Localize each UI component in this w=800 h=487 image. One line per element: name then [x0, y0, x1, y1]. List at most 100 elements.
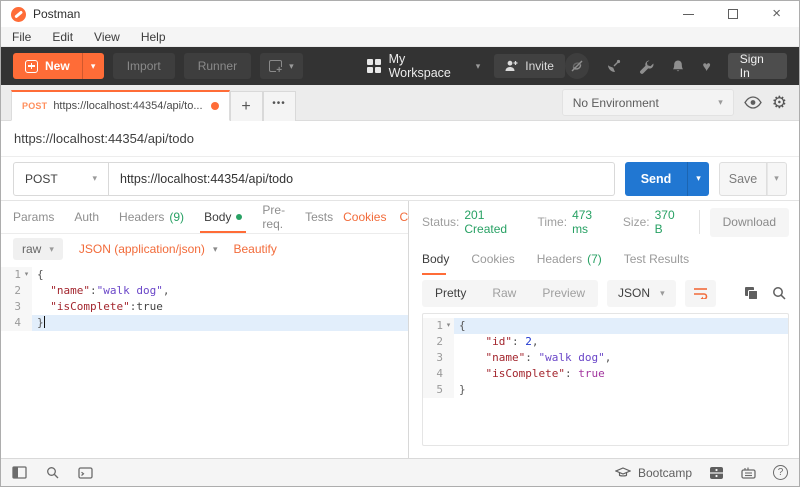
- save-button[interactable]: Save: [719, 161, 767, 196]
- request-name: https://localhost:44354/api/todo: [14, 131, 194, 146]
- bottom-status-bar: Bootcamp ?: [1, 458, 799, 486]
- request-tab-pre-req[interactable]: Pre-req.: [252, 201, 295, 233]
- response-view-switcher: Pretty Raw Preview: [422, 279, 599, 307]
- help-icon[interactable]: ?: [773, 465, 788, 480]
- new-button-label: New: [45, 59, 70, 73]
- new-dropdown-caret[interactable]: ▾: [81, 53, 104, 79]
- request-tab-headers[interactable]: Headers (9): [109, 201, 194, 233]
- code-line: 4 "isComplete": true: [423, 366, 788, 382]
- open-new-window-button[interactable]: ▾: [260, 53, 303, 79]
- tab-options-button[interactable]: •••: [262, 91, 296, 121]
- copy-response-icon[interactable]: [744, 286, 758, 300]
- line-number: 3: [436, 351, 443, 364]
- line-number: 2: [436, 335, 443, 348]
- bootcamp-button[interactable]: Bootcamp: [614, 466, 692, 480]
- request-name-row: https://localhost:44354/api/todo: [1, 121, 799, 157]
- response-tab-headers[interactable]: Headers (7): [526, 243, 613, 275]
- request-tab-tests[interactable]: Tests: [295, 201, 343, 233]
- sign-in-button[interactable]: Sign In: [727, 52, 787, 80]
- heart-icon[interactable]: ♥: [702, 58, 710, 74]
- menu-edit[interactable]: Edit: [52, 30, 73, 44]
- workspace-name: My Workspace: [388, 52, 451, 80]
- new-button[interactable]: New ▾: [13, 53, 104, 79]
- console-icon[interactable]: [78, 466, 93, 479]
- view-pretty[interactable]: Pretty: [422, 286, 479, 300]
- new-tab-button[interactable]: +: [229, 91, 263, 121]
- status-value: 201 Created: [464, 208, 508, 236]
- time-label: Time:: [537, 215, 568, 229]
- url-input[interactable]: https://localhost:44354/api/todo: [109, 161, 615, 196]
- response-tab-test-results[interactable]: Test Results: [613, 243, 700, 275]
- request-tab-auth[interactable]: Auth: [64, 201, 109, 233]
- chevron-down-icon: ▾: [289, 60, 294, 71]
- environment-selector[interactable]: No Environment ▾: [561, 89, 734, 116]
- response-tab-body[interactable]: Body: [422, 243, 460, 275]
- size-value: 370 B: [654, 208, 675, 236]
- response-view-controls: Pretty Raw Preview JSON ▾: [409, 275, 799, 311]
- line-number: 1: [436, 319, 443, 332]
- body-type-selector[interactable]: raw ▾: [13, 238, 63, 260]
- cookies-link[interactable]: Cookies: [343, 210, 386, 224]
- send-button[interactable]: Send: [625, 161, 687, 196]
- graduation-cap-icon: [614, 467, 631, 477]
- search-response-icon[interactable]: [772, 286, 786, 300]
- unsaved-changes-dot: [210, 102, 219, 110]
- count-badge: (9): [169, 210, 185, 224]
- maximize-button[interactable]: [728, 9, 739, 19]
- postman-window: Postman × File Edit View Help New ▾ Import …: [0, 0, 800, 487]
- environment-quicklook-eye-icon[interactable]: [743, 96, 762, 109]
- code-line: 3 "name": "walk dog",: [423, 350, 788, 366]
- request-tab-params[interactable]: Params: [13, 201, 64, 233]
- method-selector[interactable]: POST ▾: [13, 161, 109, 196]
- fold-caret-icon: ▾: [24, 271, 29, 278]
- download-button[interactable]: Download: [709, 207, 789, 237]
- beautify-link[interactable]: Beautify: [233, 242, 276, 256]
- main-split: Params Auth Headers (9) Body Pre-req. Tests Co…: [1, 201, 799, 458]
- menu-view[interactable]: View: [94, 30, 120, 44]
- content-type-selector[interactable]: JSON (application/json) ▾: [79, 242, 218, 256]
- settings-gear-icon[interactable]: ⚙: [772, 94, 787, 111]
- view-raw[interactable]: Raw: [479, 286, 529, 300]
- wrench-icon[interactable]: [639, 59, 654, 74]
- runner-button[interactable]: Runner: [183, 53, 252, 79]
- wrap-text-button[interactable]: [684, 279, 716, 307]
- minimize-button[interactable]: [683, 13, 695, 15]
- toggle-sidebar-icon[interactable]: [12, 466, 27, 479]
- response-tab-cookies[interactable]: Cookies: [460, 243, 525, 275]
- menu-file[interactable]: File: [12, 30, 31, 44]
- request-tab-body[interactable]: Body: [194, 201, 252, 233]
- menu-help[interactable]: Help: [141, 30, 166, 44]
- fold-caret-icon: ▾: [446, 322, 451, 329]
- line-number: 3: [14, 300, 21, 313]
- sync-disabled-icon[interactable]: [564, 53, 590, 79]
- save-dropdown-caret[interactable]: ▾: [767, 161, 787, 196]
- workspace-switcher[interactable]: My Workspace ▾: [366, 52, 480, 80]
- line-number: 5: [436, 383, 443, 396]
- chevron-down-icon: ▾: [660, 287, 665, 298]
- bell-icon[interactable]: [671, 59, 685, 74]
- view-preview[interactable]: Preview: [529, 286, 598, 300]
- satellite-icon[interactable]: [606, 58, 622, 74]
- close-button[interactable]: ×: [772, 6, 781, 21]
- open-request-tab[interactable]: POST https://localhost:44354/api/to...: [11, 90, 230, 121]
- import-button[interactable]: Import: [112, 53, 175, 79]
- body-type-row: raw ▾ JSON (application/json) ▾ Beautify: [1, 234, 408, 264]
- send-dropdown-caret[interactable]: ▾: [687, 161, 709, 196]
- request-tab-strip: POST https://localhost:44354/api/to... +…: [1, 85, 799, 121]
- two-pane-layout-icon[interactable]: [709, 466, 724, 480]
- code-line: 4}: [1, 315, 408, 331]
- response-section-tabs: Body Cookies Headers (7) Test Results: [409, 243, 799, 275]
- body-set-dot: [236, 214, 243, 220]
- find-icon[interactable]: [46, 466, 59, 479]
- tab-method-badge: POST: [22, 101, 48, 111]
- title-bar: Postman ×: [1, 1, 799, 27]
- request-url-row: POST ▾ https://localhost:44354/api/todo …: [1, 157, 799, 201]
- runner-button-label: Runner: [197, 59, 238, 73]
- postman-logo-icon: [11, 6, 26, 22]
- request-body-editor[interactable]: 1 ▾{2 "name":"walk dog", 3 "isComplete":tr…: [1, 264, 408, 458]
- response-format-selector[interactable]: JSON ▾: [607, 279, 676, 307]
- invite-button[interactable]: Invite: [494, 54, 565, 78]
- keyboard-shortcuts-icon[interactable]: [741, 467, 756, 479]
- line-gutter: 4: [423, 366, 454, 382]
- response-body-viewer[interactable]: 1 ▾{2 "id": 2, 3 "name": "walk dog", 4 "isC…: [422, 313, 789, 446]
